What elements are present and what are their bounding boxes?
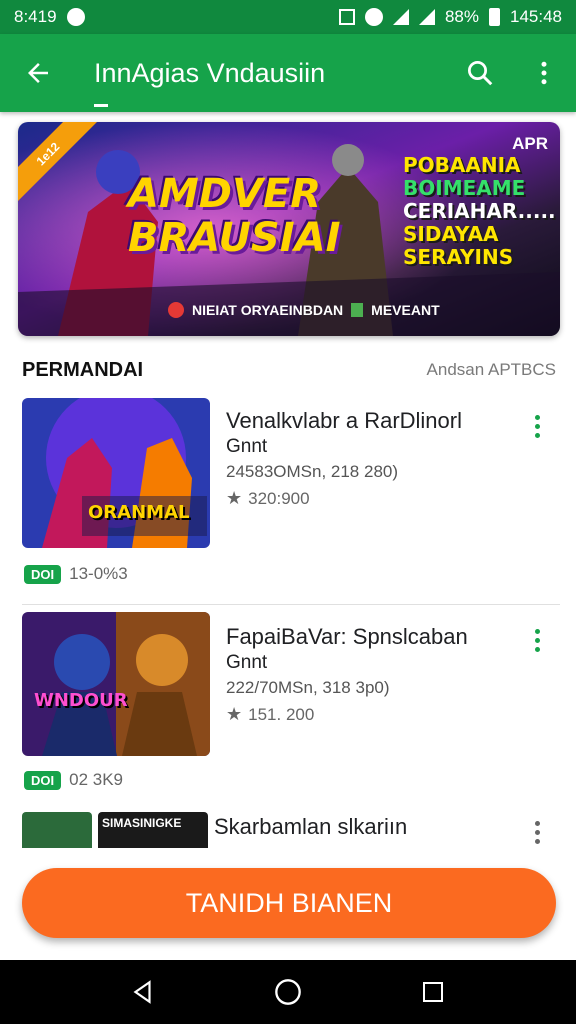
game-title[interactable]: FapaiBaVar: Spnslcaban <box>226 624 468 650</box>
banner-promo-line2: BOIMEAME <box>403 176 526 200</box>
item-menu-button[interactable] <box>522 812 552 848</box>
banner-promo: POBAANIA BOIMEAME CERIAHAR..... SIDAYAA … <box>403 153 556 269</box>
game-thumbnail[interactable]: ORANMAL <box>22 398 210 548</box>
game-thumbnail-title: ORANMAL <box>88 502 190 523</box>
banner-title-line2: BRAUSIAI <box>128 215 341 261</box>
game-thumbnail-secondary[interactable]: SIMASINIGKE <box>98 812 208 848</box>
app-bar: InnAgias Vndausiin <box>0 34 576 112</box>
cell-signal-icon <box>418 9 435 25</box>
list-item[interactable]: WNDOUR FapaiBaVar: Spnslcaban Gnnt 222/7… <box>0 612 576 802</box>
battery-percent: 88% <box>444 7 479 26</box>
item-menu-button[interactable] <box>522 620 552 660</box>
notification-icon <box>66 8 85 26</box>
banner-title: AMDVER BRAUSIAI <box>128 172 340 260</box>
search-icon <box>468 61 493 86</box>
game-title[interactable]: Skarbamlan slkariın <box>214 814 407 840</box>
arrow-back-icon <box>28 63 48 83</box>
section-title: PERMANDAI <box>22 358 144 381</box>
game-thumbnail[interactable]: WNDOUR <box>22 612 210 756</box>
banner-footer-text: NIEIAT ORYAEINBDAN <box>192 302 344 318</box>
game-rating: ★ 320:900 <box>226 488 310 509</box>
battery-icon <box>489 8 500 26</box>
circle-home-icon <box>275 979 301 1005</box>
game-thumbnail[interactable] <box>22 812 92 848</box>
game-tag: DOI <box>24 770 62 790</box>
nav-home-button[interactable] <box>268 972 308 1012</box>
badge-icon <box>351 303 364 317</box>
game-meta: 24583OMSn, 218 280) <box>226 462 399 481</box>
primary-cta-button[interactable]: TANIDH BIANEN <box>22 868 556 938</box>
game-rating: ★ 151. 200 <box>226 704 314 725</box>
back-button[interactable] <box>0 34 76 112</box>
game-subtitle: Gnnt <box>226 652 268 673</box>
banner-title-line1: AMDVER <box>128 171 322 217</box>
game-tag-row: DOI 02 3K9 <box>24 770 123 790</box>
status-bar: 8:419 88% 145:48 <box>0 0 576 34</box>
banner-promo-line1: POBAANIA <box>403 153 521 177</box>
game-tag-row: DOI 13-0%3 <box>24 564 128 584</box>
brand-logo-icon <box>168 302 184 318</box>
item-menu-button[interactable] <box>522 406 552 446</box>
game-thumbnail-title: SIMASINIGKE <box>102 816 182 830</box>
system-nav-bar <box>0 960 576 1024</box>
game-tag-text: 02 3K9 <box>69 770 124 789</box>
banner-footer: NIEIAT ORYAEINBDAN MEVEANT <box>168 302 440 318</box>
page-title: InnAgias Vndausiin <box>94 57 326 88</box>
more-vert-icon <box>541 61 547 85</box>
nav-recents-button[interactable] <box>413 972 453 1012</box>
sim-icon <box>338 9 355 25</box>
overflow-menu-button[interactable] <box>512 34 576 112</box>
game-thumbnail-art <box>22 398 210 548</box>
status-time: 8:419 <box>14 7 57 26</box>
status-clock: 145:48 <box>510 7 562 26</box>
game-meta: 222/70MSn, 318 3p0) <box>226 678 390 697</box>
cta-container: TANIDH BIANEN <box>0 848 576 960</box>
alarm-icon <box>364 8 383 26</box>
game-subtitle: Gnnt <box>226 436 268 457</box>
title-underline <box>94 104 108 107</box>
game-rating-value: 151. 200 <box>248 704 315 724</box>
star-icon: ★ <box>226 488 243 508</box>
section-see-all-link[interactable]: Andsan APTBCS <box>427 360 556 380</box>
search-button[interactable] <box>448 34 512 112</box>
banner-footer-sub: MEVEANT <box>371 302 440 318</box>
divider <box>22 604 560 605</box>
game-thumbnail-title: WNDOUR <box>34 690 128 711</box>
game-title[interactable]: Venalkvlabr a RarDlinorl <box>226 408 462 434</box>
game-tag-text: 13-0%3 <box>69 564 128 583</box>
square-recents-icon <box>423 982 444 1002</box>
list-item[interactable]: ORANMAL Venalkvlabr a RarDlinorl Gnnt 24… <box>0 398 576 598</box>
game-thumbnail-art <box>22 612 210 756</box>
banner-promo-line4: SIDAYAA <box>403 222 499 246</box>
game-rating-value: 320:900 <box>248 488 310 508</box>
section-header: PERMANDAI Andsan APTBCS <box>22 356 556 384</box>
banner-promo-line5: SERAYINS <box>403 245 514 269</box>
list-item[interactable]: SIMASINIGKE Skarbamlan slkariın <box>0 812 576 848</box>
nav-back-button[interactable] <box>123 972 163 1012</box>
featured-banner[interactable]: 1e12 AMDVER BRAUSIAI APR POBAANIA BOIMEA… <box>18 122 560 336</box>
star-icon: ★ <box>226 704 243 724</box>
banner-promo-line3: CERIAHAR..... <box>403 199 556 223</box>
triangle-back-icon <box>133 980 151 1004</box>
wifi-signal-icon <box>392 9 409 25</box>
game-tag: DOI <box>24 564 62 584</box>
banner-badge: APR <box>512 134 548 153</box>
